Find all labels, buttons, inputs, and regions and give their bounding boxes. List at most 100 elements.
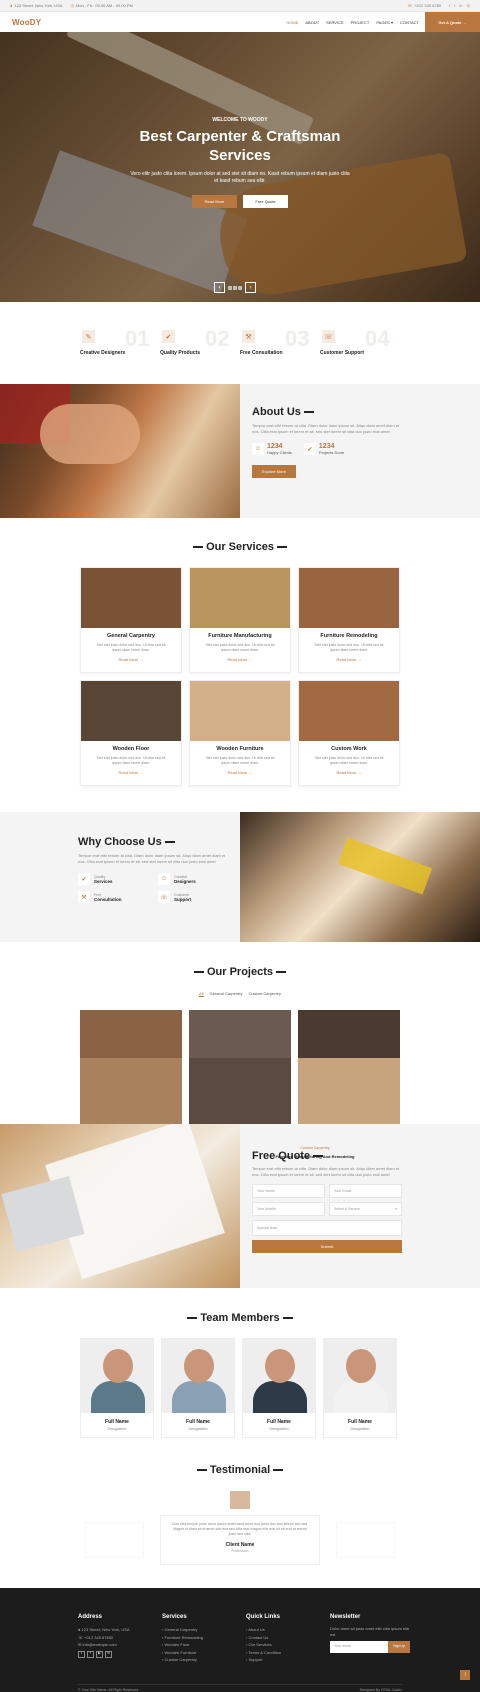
name-field[interactable]: Your Name <box>252 1184 325 1198</box>
chevron-down-icon: ▾ <box>395 1207 397 1211</box>
service-read-more-link[interactable]: Read More → <box>81 770 181 775</box>
twitter-icon[interactable]: t <box>78 1650 85 1658</box>
services-grid: General Carpentry Stet stet justo dolor … <box>80 567 400 786</box>
service-read-more-link[interactable]: Read More → <box>299 657 399 662</box>
footer-link[interactable]: › Terms & Condition <box>246 1649 326 1657</box>
team-member-photo <box>324 1339 396 1413</box>
service-read-more-link[interactable]: Read More → <box>190 657 290 662</box>
service-read-more-link[interactable]: Read More → <box>299 770 399 775</box>
nav-home[interactable]: HOME <box>286 20 298 25</box>
twitter-icon[interactable]: t <box>454 3 455 8</box>
carousel-next-button[interactable]: › <box>245 282 256 293</box>
free-quote-button[interactable]: Free Quote <box>243 195 288 208</box>
linkedin-icon[interactable]: in <box>105 1650 112 1658</box>
explore-more-button[interactable]: Explore More <box>252 465 296 478</box>
footer-link[interactable]: › Wooden Floor <box>162 1641 242 1649</box>
testimonial-card: Clita clita tempor justo dolor ipsum ame… <box>160 1515 320 1565</box>
project-image[interactable] <box>80 1010 182 1058</box>
service-read-more-link[interactable]: Read More → <box>81 657 181 662</box>
project-image[interactable] <box>298 1010 400 1058</box>
nav-pages[interactable]: PAGES ▾ <box>376 20 393 25</box>
service-image <box>299 568 399 628</box>
filter-general-carpentry[interactable]: General Carpentry <box>210 991 243 997</box>
map-marker-icon: ● <box>10 3 13 8</box>
linkedin-icon[interactable]: in <box>459 3 462 8</box>
service-read-more-link[interactable]: Read More → <box>190 770 290 775</box>
newsletter-email-input[interactable]: Your email <box>330 1641 388 1653</box>
project-image[interactable] <box>189 1058 291 1124</box>
service-description: Stet stet justo dolor sed duo. Ut clita … <box>205 643 275 652</box>
footer-address: Address ● 123 Street, New York, USA ☏ +0… <box>78 1614 158 1658</box>
service-title: Custom Work <box>331 746 367 752</box>
mobile-field[interactable]: Your Mobile <box>252 1202 325 1216</box>
phone-icon: ☏ <box>407 3 413 8</box>
about-description: Tempor erat elitr rebum at clita. Diam d… <box>252 423 400 434</box>
footer-link[interactable]: › General Carpentry <box>162 1626 242 1634</box>
projects-title: Our Projects <box>0 966 480 978</box>
footer-link[interactable]: › Support <box>246 1656 326 1664</box>
about-title: About Us <box>252 406 402 418</box>
nav-project[interactable]: PROJECT <box>351 20 370 25</box>
service-description: Stet stet justo dolor sed duo. Ut clita … <box>205 756 275 765</box>
youtube-icon[interactable]: ▶ <box>96 1650 103 1658</box>
project-image[interactable] <box>189 1010 291 1058</box>
facebook-icon[interactable]: f <box>449 3 450 8</box>
service-image <box>81 568 181 628</box>
footer-link[interactable]: › Contact Us <box>246 1634 326 1642</box>
footer-link[interactable]: › Our Services <box>246 1641 326 1649</box>
check-icon: ✔ <box>303 443 316 455</box>
service-card: Wooden Floor Stet stet justo dolor sed d… <box>80 680 182 786</box>
quote-title: Free Quote <box>252 1150 402 1162</box>
testimonial-card-prev[interactable] <box>84 1522 144 1558</box>
carousel-prev-button[interactable]: ‹ <box>214 282 225 293</box>
drafting-compass-icon: ⚒ <box>242 330 255 343</box>
footer-link[interactable]: › Custom Carpentry <box>162 1656 242 1664</box>
back-to-top-button[interactable]: ↑ <box>460 1670 470 1680</box>
signup-button[interactable]: SignUp <box>388 1641 410 1653</box>
testimonial-card-next[interactable] <box>336 1522 396 1558</box>
service-card: Furniture Remodeling Stet stet justo dol… <box>298 567 400 673</box>
footer-link[interactable]: › Furniture Remodeling <box>162 1634 242 1642</box>
footer-link[interactable]: › Wooden Furniture <box>162 1649 242 1657</box>
drafting-compass-icon: ⚒ <box>78 891 90 903</box>
phone-info: ☏ +012 345 6789 <box>407 3 442 8</box>
filter-all[interactable]: All <box>199 991 204 997</box>
team-member-card: Full Name Designation <box>161 1338 235 1438</box>
email-field[interactable]: Your Email <box>329 1184 402 1198</box>
submit-button[interactable]: Submit <box>252 1240 402 1253</box>
hero-carousel: WELCOME TO WOODY Best Carpenter & Crafts… <box>0 32 480 302</box>
copyright: © Your Site Name, All Right Reserved. <box>78 1688 140 1692</box>
service-image <box>299 681 399 741</box>
client-name: Client Name <box>225 1542 255 1548</box>
project-image[interactable] <box>80 1058 182 1124</box>
team-member-name: Full Name <box>105 1419 129 1425</box>
note-field[interactable]: Special Note <box>252 1220 402 1236</box>
testimonial-text: Clita clita tempor justo dolor ipsum ame… <box>171 1522 309 1536</box>
nav-contact[interactable]: CONTACT <box>400 20 419 25</box>
service-title: Wooden Floor <box>112 746 150 752</box>
team-member-name: Full Name <box>348 1419 372 1425</box>
service-description: Stet stet justo dolor sed duo. Ut clita … <box>314 643 384 652</box>
instagram-icon[interactable]: ◎ <box>467 3 471 8</box>
footer-link[interactable]: › About Us <box>246 1626 326 1634</box>
project-image[interactable] <box>298 1058 400 1124</box>
read-more-button[interactable]: Read More <box>192 195 237 208</box>
quote-form: Your Name Your Email Your Mobile Select … <box>252 1184 402 1253</box>
nav-about[interactable]: ABOUT <box>305 20 319 25</box>
arrow-up-icon: ↑ <box>463 1672 467 1678</box>
top-bar: ● 123 Street, New York, USA ◷ Mon - Fri : … <box>0 0 480 12</box>
service-image <box>81 681 181 741</box>
facebook-icon[interactable]: f <box>87 1650 94 1658</box>
carousel-dots[interactable] <box>228 285 242 290</box>
logo[interactable]: WooDY <box>12 18 41 27</box>
arrow-right-icon: → <box>462 19 467 25</box>
service-select[interactable]: Select A Service ▾ <box>329 1202 402 1216</box>
nav-service[interactable]: SERVICE <box>326 20 344 25</box>
why-item: ⚒ Free Consultation <box>78 891 148 903</box>
user-icon: ☺ <box>158 873 170 885</box>
project-filters: All General Carpentry Custom Carpentry <box>0 991 480 997</box>
team-member-photo <box>162 1339 234 1413</box>
filter-custom-carpentry[interactable]: Custom Carpentry <box>248 991 280 997</box>
get-quote-button[interactable]: Get A Quote → <box>425 12 480 32</box>
hero-subtitle: WELCOME TO WOODY <box>212 117 268 123</box>
